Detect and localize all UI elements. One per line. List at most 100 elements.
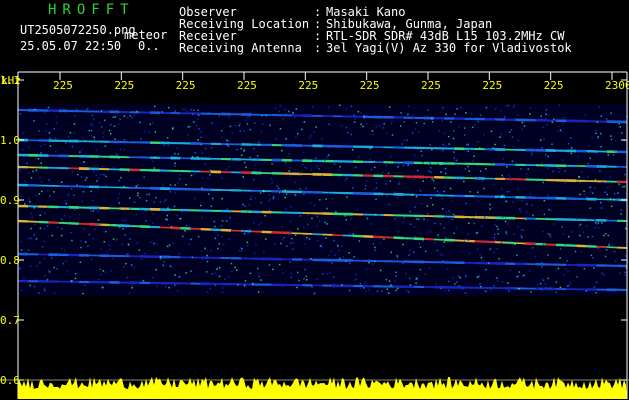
noise-speck bbox=[344, 179, 347, 181]
noise-speck bbox=[209, 287, 211, 290]
noise-speck bbox=[512, 106, 515, 108]
noise-speck bbox=[194, 197, 196, 200]
noise-speck bbox=[93, 228, 96, 231]
noise-speck bbox=[311, 106, 314, 108]
noise-speck bbox=[102, 136, 104, 138]
noise-speck bbox=[585, 290, 588, 292]
noise-speck bbox=[482, 259, 485, 262]
noise-speck bbox=[214, 225, 216, 228]
noise-speck bbox=[562, 233, 565, 235]
noise-speck bbox=[374, 260, 376, 263]
noise-speck bbox=[153, 242, 155, 245]
noise-speck bbox=[602, 181, 604, 183]
noise-speck bbox=[473, 155, 475, 157]
noise-speck bbox=[46, 278, 49, 281]
noise-speck bbox=[244, 280, 247, 282]
noise-speck bbox=[472, 126, 474, 128]
noise-speck bbox=[416, 277, 418, 279]
noise-speck bbox=[45, 129, 48, 132]
noise-speck bbox=[583, 190, 585, 192]
noise-speck bbox=[243, 161, 246, 164]
noise-speck bbox=[35, 194, 38, 197]
noise-speck bbox=[445, 161, 448, 163]
noise-speck bbox=[337, 169, 340, 171]
noise-speck bbox=[28, 146, 30, 148]
noise-speck bbox=[552, 170, 554, 172]
noise-speck bbox=[176, 289, 179, 292]
noise-speck bbox=[389, 155, 392, 158]
noise-speck bbox=[237, 284, 239, 286]
noise-speck bbox=[221, 236, 223, 238]
noise-speck bbox=[250, 195, 253, 198]
noise-speck bbox=[401, 143, 403, 145]
noise-speck bbox=[442, 106, 444, 109]
noise-speck bbox=[383, 238, 385, 240]
noise-speck bbox=[290, 174, 292, 177]
noise-speck bbox=[145, 220, 147, 222]
noise-speck bbox=[303, 243, 306, 246]
noise-speck bbox=[354, 279, 356, 281]
noise-speck bbox=[405, 272, 407, 275]
noise-speck bbox=[394, 115, 396, 118]
noise-speck bbox=[84, 284, 86, 286]
noise-speck bbox=[511, 136, 514, 138]
noise-speck bbox=[285, 113, 287, 115]
noise-speck bbox=[436, 190, 439, 193]
noise-speck bbox=[310, 135, 313, 137]
noise-speck bbox=[185, 224, 188, 227]
noise-speck bbox=[526, 202, 528, 205]
noise-speck bbox=[430, 197, 432, 199]
noise-speck bbox=[605, 182, 608, 184]
noise-speck bbox=[490, 162, 493, 165]
noise-speck bbox=[61, 247, 63, 250]
noise-speck bbox=[603, 179, 605, 181]
noise-speck bbox=[103, 240, 106, 243]
noise-speck bbox=[27, 237, 29, 240]
noise-speck bbox=[342, 256, 344, 258]
noise-speck bbox=[166, 218, 168, 221]
noise-speck bbox=[131, 284, 134, 287]
noise-speck bbox=[30, 212, 33, 215]
noise-speck bbox=[35, 238, 38, 240]
noise-speck bbox=[271, 182, 273, 184]
noise-speck bbox=[180, 217, 182, 220]
noise-speck bbox=[91, 122, 94, 125]
noise-speck bbox=[546, 120, 549, 123]
noise-speck bbox=[151, 122, 154, 125]
noise-speck bbox=[156, 285, 158, 287]
noise-speck bbox=[536, 179, 538, 181]
noise-speck bbox=[422, 162, 424, 164]
noise-speck bbox=[437, 163, 439, 165]
noise-speck bbox=[567, 270, 569, 273]
noise-speck bbox=[588, 145, 590, 147]
noise-speck bbox=[527, 168, 529, 170]
noise-speck bbox=[564, 181, 566, 184]
noise-speck bbox=[529, 107, 532, 109]
noise-speck bbox=[176, 214, 178, 216]
noise-speck bbox=[463, 180, 465, 183]
noise-speck bbox=[523, 229, 525, 232]
noise-speck bbox=[353, 121, 356, 123]
noise-speck bbox=[402, 262, 404, 265]
noise-speck bbox=[597, 226, 600, 229]
noise-speck bbox=[118, 202, 120, 204]
noise-speck bbox=[603, 234, 605, 237]
noise-speck bbox=[262, 123, 264, 126]
noise-speck bbox=[257, 272, 260, 275]
noise-speck bbox=[402, 221, 405, 224]
noise-speck bbox=[301, 128, 303, 131]
noise-speck bbox=[449, 262, 451, 265]
noise-speck bbox=[426, 212, 429, 215]
noise-speck bbox=[258, 141, 260, 144]
noise-speck bbox=[499, 136, 501, 138]
noise-speck bbox=[299, 188, 301, 190]
noise-speck bbox=[441, 197, 443, 200]
noise-speck bbox=[617, 199, 619, 201]
noise-speck bbox=[498, 257, 500, 260]
noise-speck bbox=[427, 109, 429, 111]
noise-speck bbox=[468, 170, 470, 172]
noise-speck bbox=[208, 111, 210, 114]
noise-speck bbox=[163, 261, 165, 263]
noise-speck bbox=[562, 274, 565, 276]
noise-speck bbox=[440, 171, 442, 173]
